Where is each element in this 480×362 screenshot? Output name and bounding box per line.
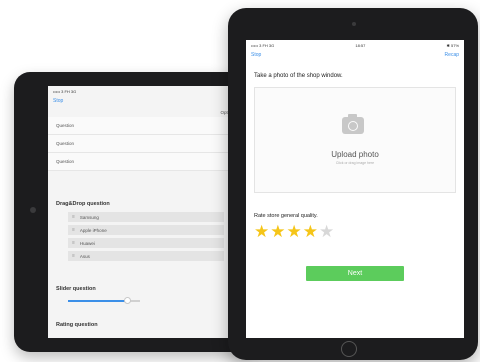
upload-label: Upload photo <box>331 150 379 159</box>
drag-handle-icon[interactable]: ≡ <box>72 227 75 233</box>
rating-question-title: Rating question <box>56 322 98 328</box>
star-rating[interactable]: ★ ★ ★ ★ ★ <box>246 223 464 240</box>
question-row[interactable]: Question ✓ <box>48 135 244 153</box>
drag-item-label: Samsung <box>79 214 99 220</box>
drag-item-label: Apple iPhone <box>79 227 107 233</box>
status-bar: ••••• 3 FH 3G 18:57 <box>48 86 244 96</box>
question-label: Question <box>56 123 75 128</box>
drag-item-label: Huawei <box>79 240 95 246</box>
drag-handle-icon[interactable]: ≡ <box>72 240 75 246</box>
nav-bar: Stop Recap <box>246 50 464 61</box>
back-tablet: ••••• 3 FH 3G 18:57 Stop Options Questio… <box>14 72 254 352</box>
star-empty-icon[interactable]: ★ <box>319 223 334 240</box>
star-filled-icon[interactable]: ★ <box>270 223 285 240</box>
slider[interactable] <box>68 297 140 304</box>
question-label: Question <box>56 141 75 146</box>
star-filled-icon[interactable]: ★ <box>303 223 318 240</box>
rate-question-title: Rate store general quality. <box>254 213 318 219</box>
question-label: Question <box>56 159 75 164</box>
slider-thumb[interactable] <box>123 297 131 304</box>
status-carrier: ••••• 3 FH 3G <box>251 42 275 48</box>
drag-item[interactable]: ≡ Huawei <box>68 238 224 248</box>
home-button[interactable] <box>341 341 357 357</box>
photo-question-title: Take a photo of the shop window. <box>254 73 343 79</box>
status-bar: ••••• 3 FH 3G 18:57 ✱ 57% <box>246 40 464 50</box>
home-button[interactable] <box>30 207 36 213</box>
status-battery: ✱ 57% <box>446 42 459 48</box>
camera-icon <box>342 114 364 134</box>
stop-link[interactable]: Stop <box>48 96 244 108</box>
star-filled-icon[interactable]: ★ <box>287 223 302 240</box>
options-header: Options <box>48 108 244 117</box>
question-row[interactable]: Question <box>48 117 244 135</box>
next-button[interactable]: Next <box>306 266 404 281</box>
drag-item[interactable]: ≡ Asus <box>68 251 224 261</box>
front-camera <box>352 22 356 26</box>
recap-link[interactable]: Recap <box>445 52 459 61</box>
stop-link[interactable]: Stop <box>251 52 261 61</box>
back-screen: ••••• 3 FH 3G 18:57 Stop Options Questio… <box>48 86 244 338</box>
upload-photo-area[interactable]: Upload photo Click or drag image here <box>254 87 456 193</box>
front-screen: ••••• 3 FH 3G 18:57 ✱ 57% Stop Recap Tak… <box>246 40 464 338</box>
drag-handle-icon[interactable]: ≡ <box>72 253 75 259</box>
drag-handle-icon[interactable]: ≡ <box>72 214 75 220</box>
status-carrier: ••••• 3 FH 3G <box>53 88 77 94</box>
status-time: 18:57 <box>355 42 366 48</box>
question-row[interactable]: Question <box>48 153 244 171</box>
slider-fill <box>68 300 128 302</box>
drag-item[interactable]: ≡ Samsung <box>68 212 224 222</box>
upload-hint: Click or drag image here <box>335 161 375 165</box>
drag-item[interactable]: ≡ Apple iPhone <box>68 225 224 235</box>
front-tablet: ••••• 3 FH 3G 18:57 ✱ 57% Stop Recap Tak… <box>228 8 478 360</box>
drag-item-label: Asus <box>79 253 90 259</box>
star-filled-icon[interactable]: ★ <box>254 223 269 240</box>
